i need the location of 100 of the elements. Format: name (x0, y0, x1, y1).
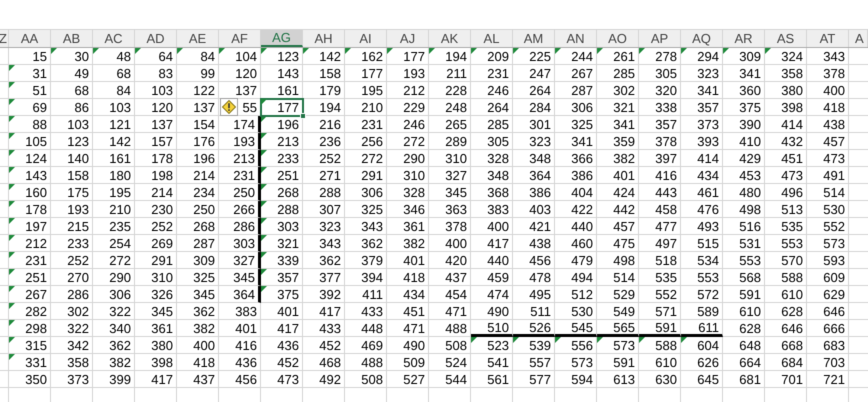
table-cell: 30 (51, 48, 93, 65)
table-cell: 437 (429, 269, 471, 286)
table-cell: 328 (387, 184, 429, 201)
table-cell: 456 (219, 371, 261, 388)
table-cell: 234 (177, 184, 219, 201)
table-cell: 302 (597, 82, 639, 99)
table-cell: 418 (177, 354, 219, 371)
table-cell: 375 (261, 286, 303, 303)
table-cell: 509 (387, 354, 429, 371)
table-cell: 143 (9, 167, 51, 184)
warning-icon[interactable] (220, 98, 238, 116)
table-cell: 271 (303, 167, 345, 184)
column-header[interactable]: AJ (400, 30, 416, 47)
table-cell: 398 (135, 354, 177, 371)
table-cell: 629 (807, 286, 849, 303)
table-cell: 438 (513, 235, 555, 252)
table-cell: 526 (513, 320, 555, 337)
column-header[interactable]: AS (776, 30, 794, 47)
table-cell: 68 (93, 65, 135, 82)
table-cell: 488 (429, 320, 471, 337)
table-cell: 264 (513, 82, 555, 99)
table-cell: 468 (303, 354, 345, 371)
table-cell: 474 (471, 286, 513, 303)
table-cell: 382 (177, 320, 219, 337)
column-header[interactable]: AH (314, 30, 333, 47)
table-cell: 104 (219, 48, 261, 65)
column-header[interactable]: AO (608, 30, 627, 47)
column-header[interactable]: AK (440, 30, 458, 47)
fill-handle[interactable] (300, 113, 306, 119)
table-cell: 212 (387, 82, 429, 99)
table-cell: 55 (219, 99, 261, 116)
column-header[interactable]: AT (820, 30, 836, 47)
table-cell: 646 (807, 303, 849, 320)
table-cell: 268 (261, 184, 303, 201)
table-cell: 508 (429, 337, 471, 354)
table-cell: 160 (9, 184, 51, 201)
column-header[interactable]: AF (231, 30, 248, 47)
table-cell: 496 (765, 184, 807, 201)
column-header[interactable]: AE (188, 30, 206, 47)
table-cell: 231 (9, 252, 51, 269)
table-cell: 429 (723, 150, 765, 167)
table-cell: 471 (387, 320, 429, 337)
table-cell: 49 (51, 65, 93, 82)
table-cell: 342 (51, 337, 93, 354)
table-cell: 461 (681, 184, 723, 201)
table-cell: 591 (723, 286, 765, 303)
table-cell: 15 (9, 48, 51, 65)
table-cell: 142 (93, 133, 135, 150)
column-header[interactable]: AN (566, 30, 585, 47)
table-cell: 494 (555, 269, 597, 286)
table-cell: 401 (261, 303, 303, 320)
column-header[interactable]: AB (62, 30, 80, 47)
table-cell: 214 (177, 167, 219, 184)
column-header[interactable]: AQ (692, 30, 711, 47)
table-cell: 252 (51, 252, 93, 269)
table-cell: 288 (303, 184, 345, 201)
table-cell: 103 (51, 116, 93, 133)
table-cell: 215 (51, 218, 93, 235)
table-cell: 210 (345, 99, 387, 116)
table-cell: 390 (723, 116, 765, 133)
table-cell: 51 (9, 82, 51, 99)
table-cell: 268 (177, 218, 219, 235)
table-cell: 401 (597, 167, 639, 184)
table-cell: 228 (429, 82, 471, 99)
table-cell: 473 (807, 150, 849, 167)
table-cell: 290 (93, 269, 135, 286)
column-header[interactable]: AR (734, 30, 753, 47)
table-cell: 589 (681, 303, 723, 320)
table-cell: 290 (387, 150, 429, 167)
column-header[interactable]: AM (524, 30, 544, 47)
table-cell: 422 (555, 201, 597, 218)
column-header[interactable]: A (855, 30, 864, 47)
table-cell: 193 (219, 133, 261, 150)
table-cell: 328 (471, 150, 513, 167)
column-header[interactable]: AA (20, 30, 38, 47)
table-cell: 341 (555, 133, 597, 150)
column-header[interactable]: AI (359, 30, 372, 47)
table-cell: 267 (555, 65, 597, 82)
table-cell: 410 (723, 133, 765, 150)
table-cell: 440 (471, 252, 513, 269)
table-cell: 120 (219, 65, 261, 82)
table-cell: 414 (765, 116, 807, 133)
table-cell: 535 (639, 269, 681, 286)
table-cell: 176 (177, 133, 219, 150)
table-cell: 157 (135, 133, 177, 150)
table-cell: 510 (471, 320, 513, 337)
column-header[interactable]: AD (146, 30, 165, 47)
table-cell: 459 (471, 269, 513, 286)
table-cell: 158 (303, 65, 345, 82)
column-header[interactable]: AL (484, 30, 500, 47)
table-cell: 175 (51, 184, 93, 201)
table-cell: 473 (765, 167, 807, 184)
table-cell: 628 (765, 303, 807, 320)
table-cell: 178 (135, 150, 177, 167)
column-header[interactable]: AC (104, 30, 123, 47)
table-cell: 418 (387, 269, 429, 286)
table-cell: 436 (219, 354, 261, 371)
column-header[interactable]: AP (650, 30, 668, 47)
table-cell: 321 (261, 235, 303, 252)
table-cell: 69 (9, 99, 51, 116)
